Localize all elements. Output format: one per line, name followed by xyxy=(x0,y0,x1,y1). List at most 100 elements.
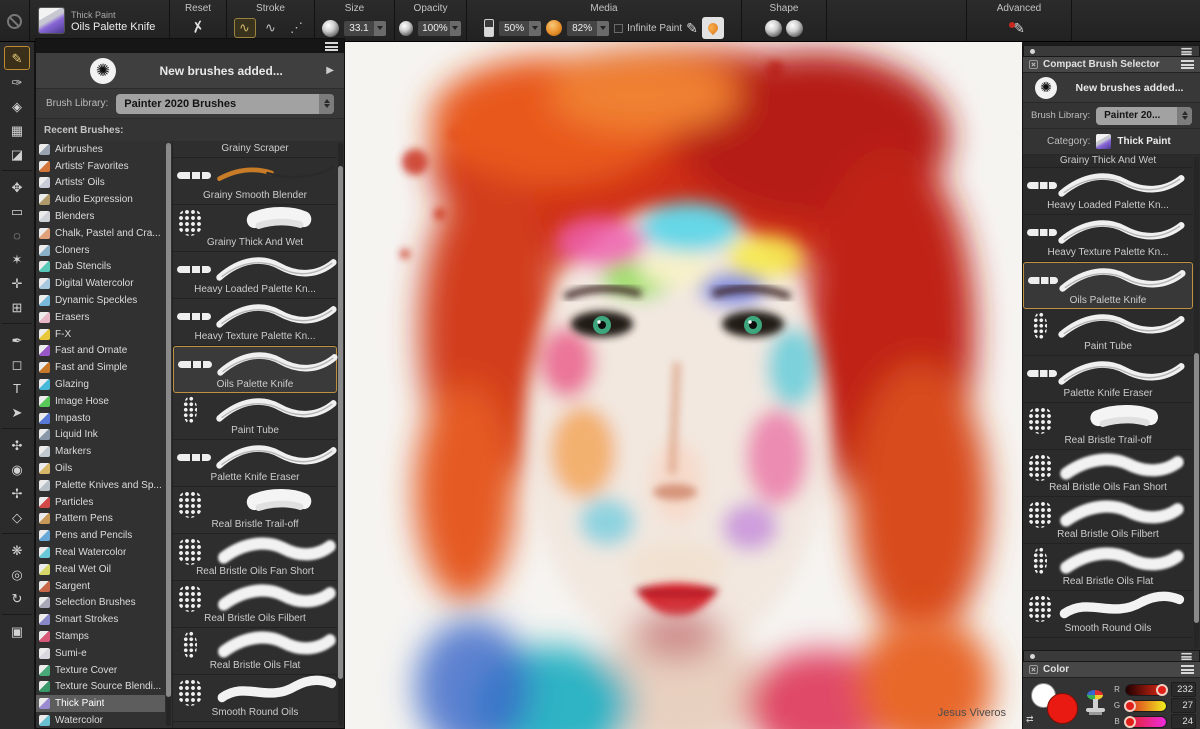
close-icon[interactable] xyxy=(1029,665,1038,674)
brush-variant[interactable]: Heavy Texture Palette Kn... xyxy=(1023,215,1193,262)
brush-library-dropdown[interactable]: Painter 2020 Brushes xyxy=(116,93,334,114)
brush-variant[interactable]: Real Bristle Oils Flat xyxy=(1023,544,1193,591)
brush-category[interactable]: Real Wet Oil xyxy=(36,561,165,578)
canvas[interactable]: Jesus Viveros xyxy=(345,42,1022,729)
brush-category[interactable]: Sumi-e xyxy=(36,645,165,662)
brush-category[interactable]: Palette Knives and Sp... xyxy=(36,477,165,494)
brush-variant[interactable]: Heavy Texture Palette Kn... xyxy=(173,299,337,346)
color-set-stamp-icon[interactable] xyxy=(1085,690,1107,718)
brush-variant[interactable]: Smooth Round Oils xyxy=(173,675,337,722)
channel-slider[interactable] xyxy=(1124,699,1167,712)
brush-category[interactable]: Blenders xyxy=(36,208,165,225)
layout-tool[interactable]: ▣ xyxy=(4,619,30,643)
brush-variant[interactable]: Heavy Loaded Palette Kn... xyxy=(1023,168,1193,215)
brush-variant[interactable]: Real Bristle Oils Filbert xyxy=(1023,497,1193,544)
slider-knob-icon[interactable] xyxy=(1123,715,1136,728)
compact-category-row[interactable]: Category: Thick Paint xyxy=(1023,129,1200,155)
compact-library-dropdown[interactable]: Painter 20... xyxy=(1096,106,1192,125)
magic-wand-tool[interactable]: ✶ xyxy=(4,247,30,271)
banner-arrow-icon[interactable]: ▶ xyxy=(326,65,334,76)
close-icon[interactable] xyxy=(1029,60,1038,69)
brush-category[interactable]: Digital Watercolor xyxy=(36,275,165,292)
brush-category[interactable]: Artists' Favorites xyxy=(36,158,165,175)
brush-variant[interactable]: Paint Tube xyxy=(173,393,337,440)
variant-scrollbar[interactable] xyxy=(338,143,343,726)
scrollbar-thumb[interactable] xyxy=(1194,353,1199,624)
channel-slider[interactable] xyxy=(1123,715,1167,728)
rotate-tool[interactable]: ↻ xyxy=(4,586,30,610)
opacity-stepper[interactable] xyxy=(449,20,461,36)
brush-variant[interactable]: Palette Knife Eraser xyxy=(173,440,337,487)
color-panel-header[interactable]: Color xyxy=(1023,662,1200,678)
brush-category[interactable]: Impasto xyxy=(36,410,165,427)
panel-menu-icon[interactable] xyxy=(1181,60,1194,69)
shape-angle-icon[interactable] xyxy=(786,19,803,37)
freehand-stroke-button[interactable]: ∿ xyxy=(233,18,256,38)
brush-variant[interactable]: Grainy Smooth Blender xyxy=(173,158,337,205)
divine-proportion-tool[interactable]: ✢ xyxy=(4,481,30,505)
brush-variant[interactable]: Real Bristle Trail-off xyxy=(1023,403,1193,450)
dock-menu-icon[interactable] xyxy=(1181,47,1192,55)
brush-category[interactable]: Thick Paint xyxy=(36,695,165,713)
brush-variant[interactable]: Grainy Scraper xyxy=(173,141,337,158)
size-field[interactable]: 33.1 xyxy=(343,19,387,37)
advanced-brush-button[interactable]: ✎ xyxy=(1009,21,1025,35)
gradient-tool[interactable]: ▦ xyxy=(4,118,30,142)
panel-menu-icon[interactable] xyxy=(1181,665,1194,674)
brush-category[interactable]: Selection Brushes xyxy=(36,595,165,612)
brush-category[interactable]: Stamps xyxy=(36,628,165,645)
brush-variant[interactable]: Smooth Round Oils xyxy=(1023,591,1193,638)
dropper-tool[interactable]: ✑ xyxy=(4,70,30,94)
dock-grip-bar[interactable] xyxy=(1023,45,1200,57)
current-brush-chip[interactable]: Thick Paint Oils Palette Knife xyxy=(30,0,170,41)
brush-variant[interactable]: Oils Palette Knife xyxy=(1023,262,1193,309)
brush-category[interactable]: Particles xyxy=(36,494,165,511)
brush-category[interactable]: Pattern Pens xyxy=(36,511,165,528)
infinite-paint-checkbox[interactable] xyxy=(614,23,624,33)
brush-category[interactable]: Dab Stencils xyxy=(36,259,165,276)
channel-value[interactable]: 27 xyxy=(1171,698,1196,713)
lasso-tool[interactable]: ◌ xyxy=(4,223,30,247)
compact-selector-header[interactable]: Compact Brush Selector xyxy=(1023,57,1200,73)
text-tool[interactable]: T xyxy=(4,376,30,400)
brush-variant[interactable]: Real Bristle Oils Filbert xyxy=(173,581,337,628)
hand-tool[interactable]: ❋ xyxy=(4,538,30,562)
brush-variant[interactable]: Real Bristle Oils Fan Short xyxy=(1023,450,1193,497)
brush-variant[interactable]: Palette Knife Eraser xyxy=(1023,356,1193,403)
dab-stroke-button[interactable]: ⋰ xyxy=(286,18,308,38)
scrollbar-thumb[interactable] xyxy=(166,143,171,697)
brush-tool[interactable]: ✎ xyxy=(4,46,30,70)
media-amount-stepper[interactable] xyxy=(597,20,610,36)
media-flow-field[interactable]: 50% xyxy=(498,19,543,37)
zoom-tool[interactable]: ◎ xyxy=(4,562,30,586)
category-scrollbar[interactable] xyxy=(166,143,171,726)
brush-category[interactable]: Texture Source Blendi... xyxy=(36,679,165,696)
brush-category[interactable]: Cloners xyxy=(36,242,165,259)
new-brushes-banner-compact[interactable]: ✺ New brushes added... xyxy=(1023,73,1200,103)
dock-menu-icon[interactable] xyxy=(1181,652,1192,660)
compact-variant-scrollbar[interactable] xyxy=(1194,157,1199,648)
brush-variant[interactable]: Oils Palette Knife xyxy=(173,346,338,393)
shape-select-tool[interactable]: ➤ xyxy=(4,400,30,424)
brush-variant[interactable]: Paint Tube xyxy=(1023,309,1193,356)
media-flow-stepper[interactable] xyxy=(529,20,542,36)
brush-category[interactable]: Audio Expression xyxy=(36,191,165,208)
media-pen-icon[interactable]: ✎ xyxy=(686,21,698,35)
straight-stroke-button[interactable]: ∿ xyxy=(260,18,282,38)
brush-category[interactable]: Glazing xyxy=(36,376,165,393)
opacity-field[interactable]: 100% xyxy=(417,19,462,37)
shape-ball-icon[interactable] xyxy=(765,19,782,37)
scrollbar-thumb[interactable] xyxy=(338,166,343,680)
paint-bucket-tool[interactable]: ◈ xyxy=(4,94,30,118)
channel-value[interactable]: 232 xyxy=(1171,682,1196,697)
brush-category[interactable]: Dynamic Speckles xyxy=(36,292,165,309)
dock-grip-bar[interactable] xyxy=(1023,650,1200,662)
brush-category[interactable]: Markers xyxy=(36,443,165,460)
brush-category[interactable]: Liquid Ink xyxy=(36,427,165,444)
channel-value[interactable]: 24 xyxy=(1171,714,1196,729)
brush-category[interactable]: Smart Strokes xyxy=(36,611,165,628)
brush-category[interactable]: Image Hose xyxy=(36,393,165,410)
brush-category[interactable]: Oils xyxy=(36,460,165,477)
brush-category[interactable]: F-X xyxy=(36,326,165,343)
slider-knob-icon[interactable] xyxy=(1156,683,1168,696)
